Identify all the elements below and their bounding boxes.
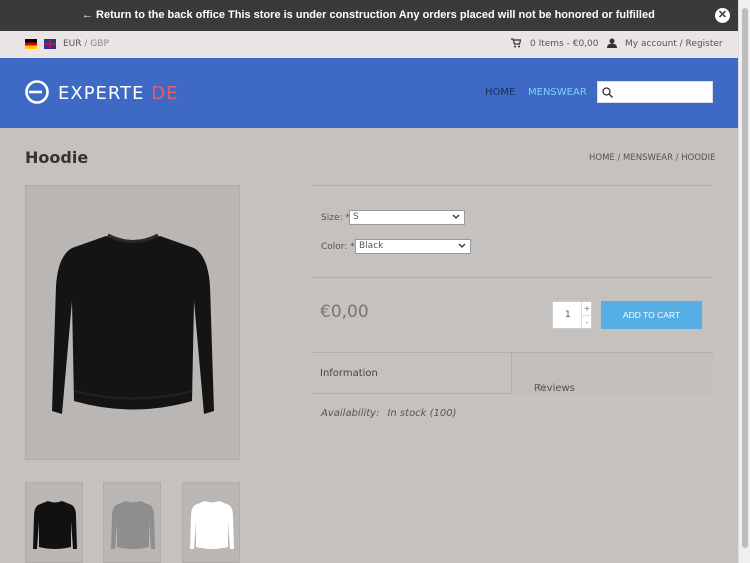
sweatshirt-image xyxy=(52,233,214,414)
currency-eur[interactable]: EUR xyxy=(63,39,82,49)
german-flag-icon[interactable] xyxy=(25,39,37,49)
utility-bar: EUR / GBP 0 Items - €0,00 My account / R… xyxy=(0,31,738,58)
thumbnail-grey-image xyxy=(111,501,155,549)
cart-icon[interactable] xyxy=(511,38,521,48)
product-price: €0,00 xyxy=(320,302,369,322)
color-label-text: Color: xyxy=(321,242,348,252)
add-to-cart-button[interactable]: ADD TO CART xyxy=(601,301,702,329)
size-label: Size: * xyxy=(321,213,350,223)
uk-flag-icon[interactable] xyxy=(44,39,56,49)
thumbnail-white[interactable] xyxy=(182,482,240,563)
back-office-link[interactable]: ← Return to the back office xyxy=(82,9,225,21)
quantity-increase[interactable]: + xyxy=(581,302,592,315)
logo-text[interactable]: EXPERTE DE xyxy=(58,83,178,104)
thumbnail-black-image xyxy=(33,501,77,549)
thumbnail-black[interactable] xyxy=(25,482,83,563)
reviews-count: (0) xyxy=(534,383,546,392)
availability: Availability: In stock (100) xyxy=(321,408,457,419)
logo-icon[interactable] xyxy=(25,80,49,104)
close-icon[interactable]: ✕ xyxy=(715,8,730,23)
site-header: EXPERTE DE HOME MENSWEAR xyxy=(0,58,738,128)
cart-summary[interactable]: 0 Items - €0,00 xyxy=(530,39,599,49)
thumbnail-grey[interactable] xyxy=(103,482,161,563)
search-box[interactable] xyxy=(597,81,713,103)
chevron-down-icon xyxy=(458,243,466,248)
page-title: Hoodie xyxy=(25,148,89,167)
tab-information[interactable]: Information xyxy=(311,353,511,394)
size-select[interactable]: S xyxy=(349,210,465,225)
construction-message: This store is under construction Any ord… xyxy=(228,9,655,21)
divider xyxy=(311,185,713,186)
color-label: Color: * xyxy=(321,242,355,252)
nav-home[interactable]: HOME xyxy=(485,87,515,98)
user-icon xyxy=(607,38,617,48)
tab-reviews[interactable]: Reviews (0) xyxy=(511,353,713,394)
nav-menswear[interactable]: MENSWEAR xyxy=(528,87,587,98)
availability-label: Availability: xyxy=(321,408,380,419)
page-scrollbar[interactable] xyxy=(738,0,750,563)
scrollbar-thumb[interactable] xyxy=(742,8,748,548)
currency-switcher: EUR / GBP xyxy=(63,39,109,49)
currency-gbp[interactable]: GBP xyxy=(90,39,109,49)
quantity-decrease[interactable]: - xyxy=(581,315,592,328)
thumbnail-white-image xyxy=(190,501,234,549)
search-icon[interactable] xyxy=(602,87,613,98)
logo-suffix: DE xyxy=(151,83,179,104)
color-select[interactable]: Black xyxy=(355,239,471,254)
color-select-value: Black xyxy=(359,241,384,251)
logo-main: EXPERTE xyxy=(58,83,152,104)
divider xyxy=(311,277,713,278)
currency-separator: / xyxy=(84,39,88,49)
availability-value: In stock (100) xyxy=(387,408,457,419)
construction-banner: ← Return to the back office This store i… xyxy=(0,0,738,31)
breadcrumb[interactable]: HOME / MENSWEAR / HOODIE xyxy=(589,153,715,163)
quantity-stepper[interactable]: 1 + - xyxy=(552,301,592,329)
tab-information-label: Information xyxy=(320,368,378,379)
size-select-value: S xyxy=(353,212,359,222)
quantity-value[interactable]: 1 xyxy=(565,310,571,320)
search-input[interactable] xyxy=(618,84,708,100)
chevron-down-icon xyxy=(452,214,460,219)
product-tabs: Information Reviews (0) xyxy=(311,352,713,394)
account-register-link[interactable]: My account / Register xyxy=(625,39,723,49)
size-label-text: Size: xyxy=(321,213,343,223)
product-main-image[interactable] xyxy=(25,185,240,460)
